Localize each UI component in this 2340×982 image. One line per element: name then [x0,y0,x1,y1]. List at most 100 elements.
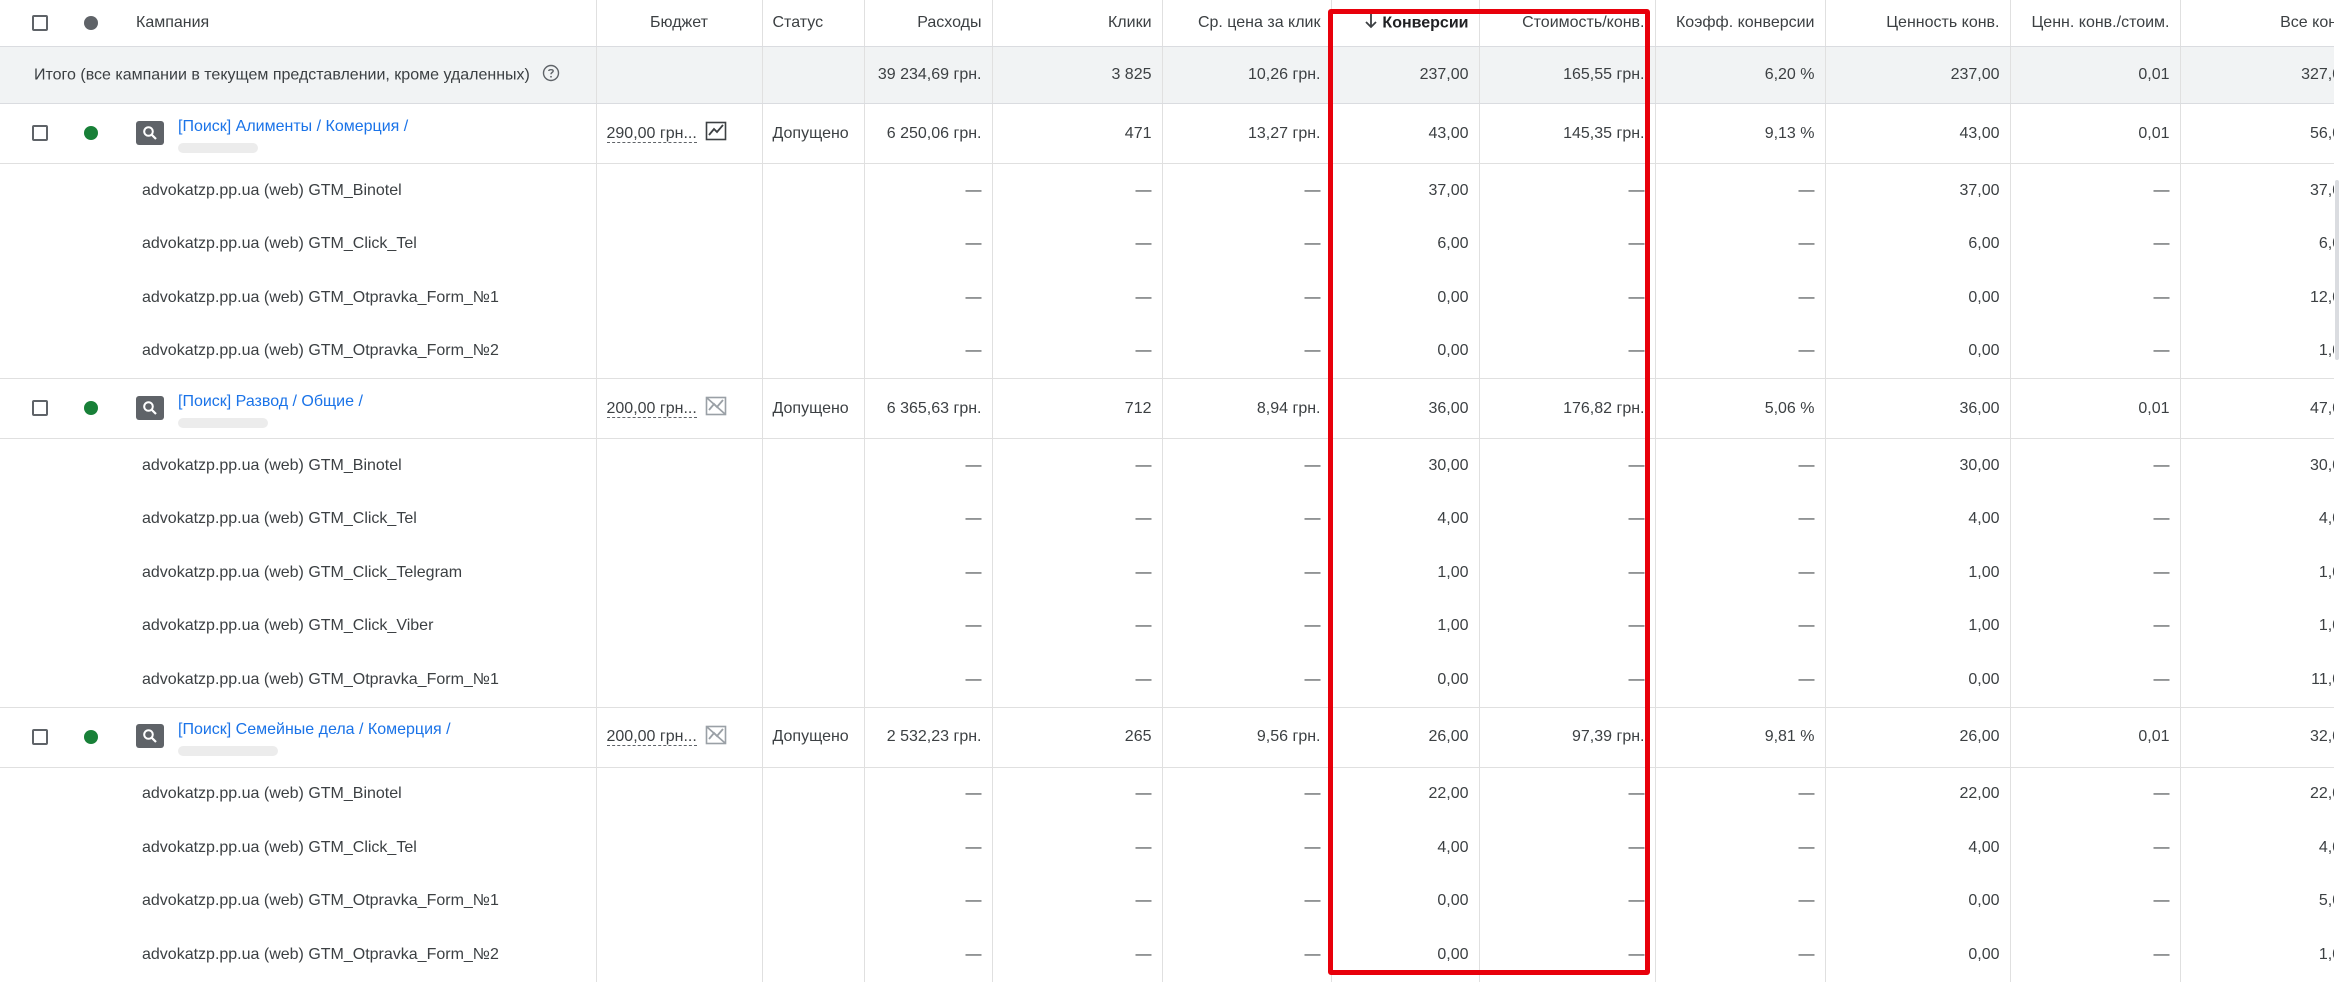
total-label-cell: Итого (все кампании в текущем представле… [0,46,596,104]
sub-status [761,271,864,325]
conversion-action-name: advokatzp.pp.ua (web) GTM_Otpravka_Form_… [142,892,499,910]
sub-empty-cell [80,271,126,325]
sub-cost: — [863,821,992,875]
sub-value-cost: — [2009,599,2180,653]
sub-all-conv: 1,00 [2179,599,2340,653]
sub-conversions: 6,00 [1330,217,1479,271]
header-avg-cpc[interactable]: Ср. цена за клик [1161,0,1331,47]
header-value-cost[interactable]: Ценн. конв./стоим. [2009,0,2180,47]
header-status-dot [80,0,126,47]
campaign-budget-cell[interactable]: 290,00 грн... [595,103,762,164]
sub-empty-cell [80,218,126,272]
campaign-name-wrap: [Поиск] Алименты / Комерция / [136,115,586,153]
campaign-link[interactable]: [Поиск] Алименты / Комерция / [178,117,408,137]
conversion-action-row: advokatzp.pp.ua (web) GTM_Click_Telegram… [0,546,2340,600]
sub-cost-conv: — [1478,928,1655,982]
checkbox-icon[interactable] [32,728,48,745]
sub-budget [595,163,762,218]
header-conv-rate[interactable]: Коэфф. конверсии [1654,0,1825,47]
total-cost: 39 234,69 грн. [863,46,992,104]
sub-value-cost: — [2009,324,2180,379]
campaign-row[interactable]: [Поиск] Развод / Общие / 200,00 грн... Доп… [0,378,2340,439]
sub-all-conv: 37,00 [2179,163,2340,218]
budget-value[interactable]: 200,00 грн... [606,728,697,747]
header-all-conv[interactable]: Все конв. [2179,0,2340,47]
campaign-status-dot-cell[interactable] [80,706,126,768]
campaign-status-dot-cell[interactable] [80,103,126,164]
sub-budget [595,546,762,600]
sub-budget [595,492,762,546]
sub-cost-conv: — [1478,821,1655,875]
campaign-select-cell[interactable] [0,706,80,768]
campaign-select-cell[interactable] [0,378,80,439]
header-select-all[interactable] [0,0,80,47]
sub-budget [595,217,762,271]
header-cost-conv[interactable]: Стоимость/конв. [1478,0,1655,47]
budget-value[interactable]: 290,00 грн... [606,124,697,143]
sub-clicks: — [991,217,1162,271]
sub-conversions: 0,00 [1330,271,1479,325]
sub-budget [595,599,762,653]
sub-empty-cell [0,164,80,218]
campaign-select-cell[interactable] [0,103,80,164]
header-conversions[interactable]: Конверсии [1330,0,1479,47]
conversion-action-name: advokatzp.pp.ua (web) GTM_Binotel [142,785,402,803]
checkbox-icon[interactable] [32,400,48,417]
status-dot-icon[interactable] [84,729,98,744]
status-dot-icon[interactable] [84,126,98,141]
campaign-value-cost: 0,01 [2009,378,2180,439]
conversion-action-row: advokatzp.pp.ua (web) GTM_Otpravka_Form_… [0,874,2340,929]
status-dot-icon[interactable] [84,401,98,416]
sub-status [761,653,864,707]
sub-clicks: — [991,492,1162,546]
sub-avg-cpc: — [1161,546,1331,600]
checkbox-icon[interactable] [32,14,48,31]
sub-empty-cell [80,875,126,929]
sub-conv-rate: — [1654,492,1825,546]
chart-icon[interactable] [705,396,727,421]
sub-empty-cell [80,439,126,493]
scrollbar-thumb[interactable] [2335,180,2339,360]
campaign-name-text: [Поиск] Развод / Общие / [178,390,363,428]
campaign-name-text: [Поиск] Семейные дела / Комерция / [178,718,451,756]
campaign-link[interactable]: [Поиск] Развод / Общие / [178,392,363,412]
sub-clicks: — [991,767,1162,821]
campaign-row[interactable]: [Поиск] Алименты / Комерция / 290,00 грн.… [0,103,2340,164]
help-icon[interactable] [542,64,560,87]
header-cost[interactable]: Расходы [863,0,992,47]
campaign-budget-cell[interactable]: 200,00 грн... [595,706,762,768]
header-budget[interactable]: Бюджет [595,0,762,47]
campaign-link[interactable]: [Поиск] Семейные дела / Комерция / [178,720,451,740]
sub-cost-conv: — [1478,653,1655,707]
chart-icon[interactable] [705,725,727,750]
sub-budget [595,928,762,982]
vertical-scrollbar[interactable] [2334,0,2340,982]
sub-cost: — [863,546,992,600]
total-avg-cpc: 10,26 грн. [1161,46,1331,104]
checkbox-icon[interactable] [32,125,48,142]
total-status [761,46,864,104]
header-clicks[interactable]: Клики [991,0,1162,47]
campaign-row[interactable]: [Поиск] Семейные дела / Комерция / 200,00… [0,706,2340,768]
header-conv-value[interactable]: Ценность конв. [1824,0,2010,47]
header-campaign[interactable]: Кампания [126,0,596,47]
header-status[interactable]: Статус [761,0,864,47]
sub-conv-rate: — [1654,217,1825,271]
campaign-status-dot-cell[interactable] [80,378,126,439]
sub-cost: — [863,599,992,653]
total-conversions: 237,00 [1330,46,1479,104]
sub-budget [595,874,762,928]
sub-clicks: — [991,653,1162,707]
sub-conversions: 1,00 [1330,546,1479,600]
sub-empty-cell [80,546,126,600]
sub-cost: — [863,217,992,271]
campaign-name-text: [Поиск] Алименты / Комерция / [178,115,408,153]
chart-icon[interactable] [705,121,727,146]
sub-cost-conv: — [1478,599,1655,653]
campaign-budget-cell[interactable]: 200,00 грн... [595,378,762,439]
sub-status [761,217,864,271]
budget-value[interactable]: 200,00 грн... [606,399,697,418]
sub-empty-cell [0,493,80,547]
sub-status [761,546,864,600]
sub-conv-value: 0,00 [1824,324,2010,379]
